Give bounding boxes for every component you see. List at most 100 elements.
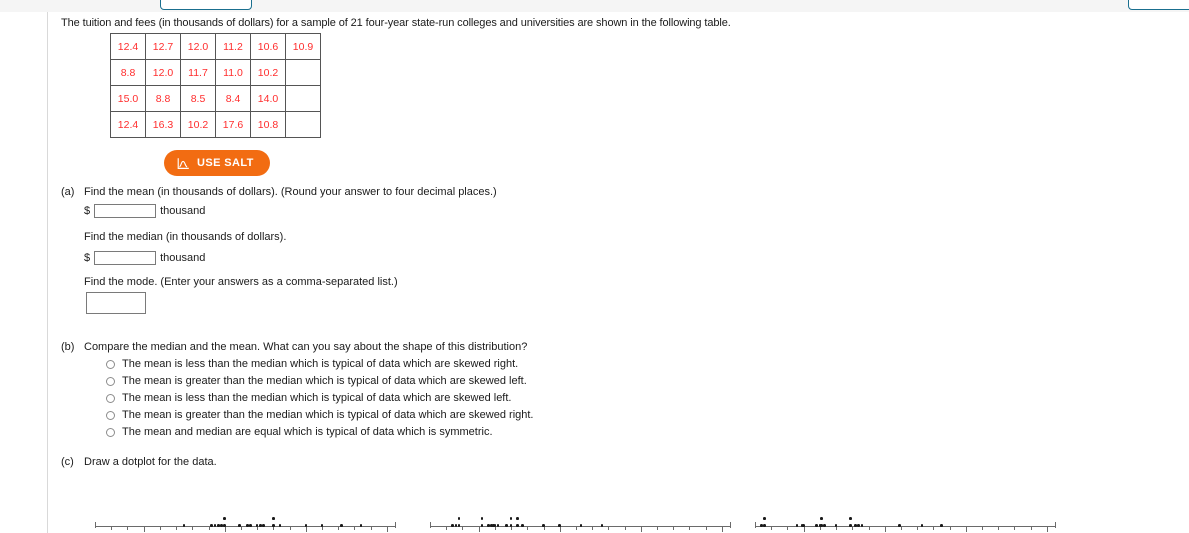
table-cell: 10.8 bbox=[250, 111, 286, 138]
plot-axis bbox=[755, 526, 1055, 527]
mean-currency-symbol: $ bbox=[84, 205, 91, 217]
axis-end-cap bbox=[430, 522, 431, 528]
axis-tick bbox=[289, 526, 291, 530]
axis-tick bbox=[657, 526, 659, 530]
dotplot-option-2[interactable]: 10152025 bbox=[416, 482, 748, 533]
mode-input[interactable] bbox=[86, 292, 146, 314]
salt-chart-icon bbox=[177, 157, 190, 170]
radio-icon[interactable] bbox=[106, 359, 115, 369]
top-right-button[interactable] bbox=[1128, 0, 1189, 10]
axis-end-cap bbox=[730, 522, 731, 528]
table-cell bbox=[285, 59, 321, 86]
axis-tick bbox=[705, 526, 707, 530]
table-cell: 12.0 bbox=[180, 33, 216, 60]
top-left-button[interactable] bbox=[160, 0, 252, 10]
axis-tick bbox=[354, 526, 356, 530]
table-cell: 10.6 bbox=[250, 33, 286, 60]
axis-tick bbox=[949, 526, 951, 530]
axis-tick bbox=[689, 526, 691, 530]
part-b-option-label: The mean is less than the median which i… bbox=[122, 358, 519, 370]
plot-dot bbox=[849, 524, 852, 527]
plot-dot bbox=[600, 524, 604, 527]
part-b-option-1[interactable]: The mean is less than the median which i… bbox=[106, 358, 518, 370]
plot-dot bbox=[272, 517, 275, 520]
table-cell: 8.5 bbox=[180, 85, 216, 112]
mean-answer-row: $ thousand bbox=[84, 204, 205, 218]
axis-tick bbox=[592, 526, 594, 530]
plot-dot bbox=[763, 517, 767, 520]
part-b-option-label: The mean is greater than the median whic… bbox=[122, 375, 527, 387]
median-input[interactable] bbox=[94, 251, 157, 265]
plot-axis bbox=[95, 526, 395, 527]
plot-dot bbox=[216, 524, 220, 527]
table-row: 12.4 16.3 10.2 17.6 10.8 bbox=[110, 111, 321, 138]
axis-tick bbox=[852, 526, 854, 530]
part-a-prompt: Find the mean (in thousands of dollars).… bbox=[84, 186, 497, 198]
axis-tick bbox=[608, 526, 610, 530]
plot-dot bbox=[451, 524, 454, 527]
plot-dot bbox=[238, 524, 241, 527]
use-salt-button[interactable]: USE SALT bbox=[164, 150, 270, 176]
plot-dot bbox=[823, 524, 827, 527]
part-a-marker: (a) bbox=[61, 186, 75, 198]
table-cell: 14.0 bbox=[250, 85, 286, 112]
radio-icon[interactable] bbox=[106, 410, 115, 420]
median-prompt: Find the median (in thousands of dollars… bbox=[84, 231, 287, 243]
part-b-option-5[interactable]: The mean and median are equal which is t… bbox=[106, 426, 493, 438]
plot-dot bbox=[259, 524, 262, 527]
axis-tick bbox=[933, 526, 935, 530]
plot-dot bbox=[220, 524, 223, 527]
axis-tick bbox=[1030, 526, 1032, 530]
axis-tick bbox=[787, 526, 789, 530]
axis-tick bbox=[127, 526, 129, 530]
axis-tick bbox=[527, 526, 529, 530]
plot-dot bbox=[579, 524, 583, 527]
radio-icon[interactable] bbox=[106, 393, 115, 403]
radio-icon[interactable] bbox=[106, 427, 115, 437]
axis-tick bbox=[338, 526, 340, 530]
table-cell: 12.7 bbox=[145, 33, 181, 60]
table-cell: 10.2 bbox=[180, 111, 216, 138]
plot-dot bbox=[249, 524, 252, 527]
radio-icon[interactable] bbox=[106, 376, 115, 386]
part-b-prompt: Compare the median and the mean. What ca… bbox=[84, 341, 528, 353]
axis-end-cap bbox=[95, 522, 96, 528]
table-cell: 15.0 bbox=[110, 85, 146, 112]
axis-tick bbox=[208, 526, 210, 530]
axis-end-cap bbox=[395, 522, 396, 528]
part-b-option-2[interactable]: The mean is greater than the median whic… bbox=[106, 375, 527, 387]
mean-input[interactable] bbox=[94, 204, 157, 218]
axis-tick bbox=[176, 526, 178, 530]
plot-dot bbox=[509, 517, 513, 520]
plot-dot bbox=[940, 524, 943, 527]
plot-dot bbox=[262, 524, 265, 527]
table-row: 8.8 12.0 11.7 11.0 10.2 bbox=[110, 59, 321, 86]
plot-dot bbox=[857, 524, 861, 527]
axis-tick bbox=[192, 526, 194, 530]
plot-dot bbox=[480, 524, 484, 527]
dotplot-option-1[interactable]: 10152025 bbox=[81, 482, 413, 533]
axis-tick bbox=[624, 526, 626, 530]
dotplot-option-3[interactable]: 10152025 bbox=[741, 482, 1073, 533]
median-answer-row: $ thousand bbox=[84, 251, 205, 265]
plot-dot bbox=[898, 524, 901, 527]
axis-tick bbox=[159, 526, 161, 530]
table-cell: 11.7 bbox=[180, 59, 216, 86]
plot-dot bbox=[516, 524, 519, 527]
plot-dot bbox=[760, 524, 763, 527]
table-cell: 10.9 bbox=[285, 33, 321, 60]
plot-dot bbox=[487, 524, 490, 527]
median-currency-symbol: $ bbox=[84, 252, 91, 264]
axis-tick bbox=[771, 526, 773, 530]
table-cell: 17.6 bbox=[215, 111, 251, 138]
table-cell: 12.4 bbox=[110, 33, 146, 60]
part-b-option-3[interactable]: The mean is less than the median which i… bbox=[106, 392, 511, 404]
plot-dot bbox=[763, 524, 767, 527]
axis-tick bbox=[575, 526, 577, 530]
part-b-option-4[interactable]: The mean is greater than the median whic… bbox=[106, 409, 534, 421]
axis-tick bbox=[900, 526, 902, 530]
plot-dot bbox=[516, 517, 519, 520]
table-cell: 11.2 bbox=[215, 33, 251, 60]
table-cell: 8.4 bbox=[215, 85, 251, 112]
part-c-prompt: Draw a dotplot for the data. bbox=[84, 456, 217, 468]
